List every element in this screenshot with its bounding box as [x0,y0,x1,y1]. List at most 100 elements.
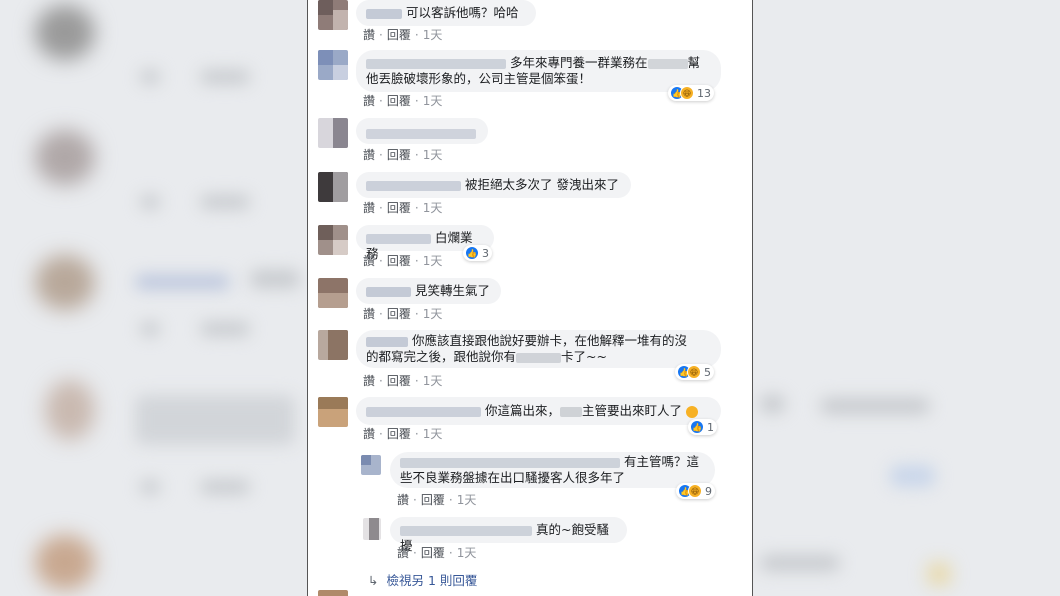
timestamp[interactable]: 1天 [423,374,443,388]
comment-bubble: 多年來專門養一群業務在幫 他丟臉破壞形象的，公司主管是個笨蛋！ [356,50,721,92]
reply-button[interactable]: 回覆 [387,374,411,388]
timestamp[interactable]: 1天 [423,254,443,268]
reaction-summary[interactable]: 👍 😆 5 [675,364,714,380]
bg-react-1 [890,465,935,487]
author-name[interactable] [400,525,532,536]
bg-text-3 [140,195,160,209]
reaction-summary[interactable]: 👍 😆 9 [676,483,715,499]
author-name[interactable] [366,233,431,244]
like-button[interactable]: 讚 [397,493,409,507]
comment-bubble: 被拒絕太多次了 發洩出來了 [356,172,631,198]
reply-button[interactable]: 回覆 [421,493,445,507]
comment-actions: 讚 · 回覆 · 1天 [363,94,443,108]
reply-bubble: 真的~飽受騷擾 [390,517,627,553]
avatar[interactable] [318,118,348,148]
reply-button[interactable]: 回覆 [387,28,411,42]
bg-text-12 [760,395,785,413]
comment-text: 可以客訴他嗎？哈哈 [405,5,519,20]
reaction-summary[interactable]: 👍 😆 13 [668,85,714,101]
timestamp[interactable]: 1天 [423,201,443,215]
avatar[interactable] [318,172,348,202]
bg-text-11 [200,480,250,494]
author-name[interactable] [366,286,411,297]
bg-text-10 [140,480,160,494]
reply-button[interactable]: 回覆 [387,148,411,162]
reply-button[interactable]: 回覆 [387,254,411,268]
avatar[interactable] [318,397,348,427]
reaction-summary[interactable]: 👍 1 [688,419,717,435]
like-button[interactable]: 讚 [363,94,375,108]
avatar[interactable] [361,455,381,475]
like-button[interactable]: 讚 [363,28,375,42]
like-button[interactable]: 讚 [363,201,375,215]
comment-bubble: 見笑轉生氣了 [356,278,501,304]
like-button[interactable]: 讚 [363,427,375,441]
bg-avatar-3 [35,255,95,310]
comment-actions: 讚 · 回覆 · 1天 [363,28,443,42]
bg-text-14 [760,555,840,571]
bg-emoji [930,565,948,583]
bg-text-5 [135,275,230,289]
reply-button[interactable]: 回覆 [387,94,411,108]
like-icon: 👍 [465,246,479,260]
author-name[interactable] [366,336,408,347]
view-more-replies-link[interactable]: ↳ 檢視另 1 則回覆 [368,570,477,589]
like-button[interactable]: 讚 [363,374,375,388]
timestamp[interactable]: 1天 [423,28,443,42]
author-name[interactable] [366,180,461,191]
reply-button[interactable]: 回覆 [387,307,411,321]
reply-actions: 讚 · 回覆 · 1天 [397,546,477,560]
like-button[interactable]: 讚 [363,254,375,268]
reaction-summary[interactable]: 👍 3 [463,245,492,261]
comment-bubble [356,118,488,144]
timestamp[interactable]: 1天 [423,427,443,441]
avatar[interactable] [318,0,348,30]
timestamp[interactable]: 1天 [457,493,477,507]
bg-text-9 [135,395,295,445]
avatar[interactable] [318,278,348,308]
comment-actions: 讚 · 回覆 · 1天 [363,254,443,268]
author-name[interactable] [366,8,402,19]
bg-avatar-2 [35,130,95,185]
comment-actions: 讚 · 回覆 · 1天 [363,148,443,162]
reply-button[interactable]: 回覆 [387,427,411,441]
comment-bubble: 可以客訴他嗎？哈哈 [356,0,536,26]
bg-avatar-4 [45,380,95,440]
timestamp[interactable]: 1天 [423,307,443,321]
avatar[interactable] [318,330,348,360]
timestamp[interactable]: 1天 [423,148,443,162]
comment-bubble: 你應該直接跟他說好要辦卡，在他解釋一堆有的沒 的都寫完之後，跟他說你有 卡了~~ [356,330,721,368]
haha-icon: 😆 [687,365,701,379]
bg-text-6 [250,270,300,288]
author-name[interactable] [366,128,476,139]
author-name[interactable] [366,406,481,417]
like-button[interactable]: 讚 [363,148,375,162]
reply-bubble: 有主管嗎？這 些不良業務盤據在出口騷擾客人很多年了 [390,452,715,488]
reply-button[interactable]: 回覆 [387,201,411,215]
comments-panel: 可以客訴他嗎？哈哈 讚 · 回覆 · 1天 多年來專門養一群業務在幫 他丟臉破壞形象的，… [307,0,753,596]
comment-actions: 讚 · 回覆 · 1天 [363,201,443,215]
comment-actions: 讚 · 回覆 · 1天 [363,307,443,321]
timestamp[interactable]: 1天 [423,94,443,108]
reply-text: 些不良業務盤據在出口騷擾客人很多年了 [400,470,626,485]
bg-text-7 [140,322,160,336]
haha-icon: 😆 [688,484,702,498]
reply-button[interactable]: 回覆 [421,546,445,560]
like-icon: 👍 [690,420,704,434]
like-button[interactable]: 讚 [397,546,409,560]
grin-emoji-icon [686,405,698,418]
timestamp[interactable]: 1天 [457,546,477,560]
avatar[interactable] [363,518,381,540]
like-button[interactable]: 讚 [363,307,375,321]
avatar[interactable] [318,590,348,596]
comment-actions: 讚 · 回覆 · 1天 [363,374,443,388]
comment-text: 被拒絕太多次了 發洩出來了 [464,177,619,192]
bg-text-13 [820,398,930,414]
avatar[interactable] [318,225,348,255]
comment-text: 他丟臉破壞形象的，公司主管是個笨蛋！ [366,71,592,86]
avatar[interactable] [318,50,348,80]
haha-icon: 😆 [680,86,694,100]
reply-actions: 讚 · 回覆 · 1天 [397,493,477,507]
author-name[interactable] [400,457,620,468]
author-name[interactable] [366,58,506,69]
